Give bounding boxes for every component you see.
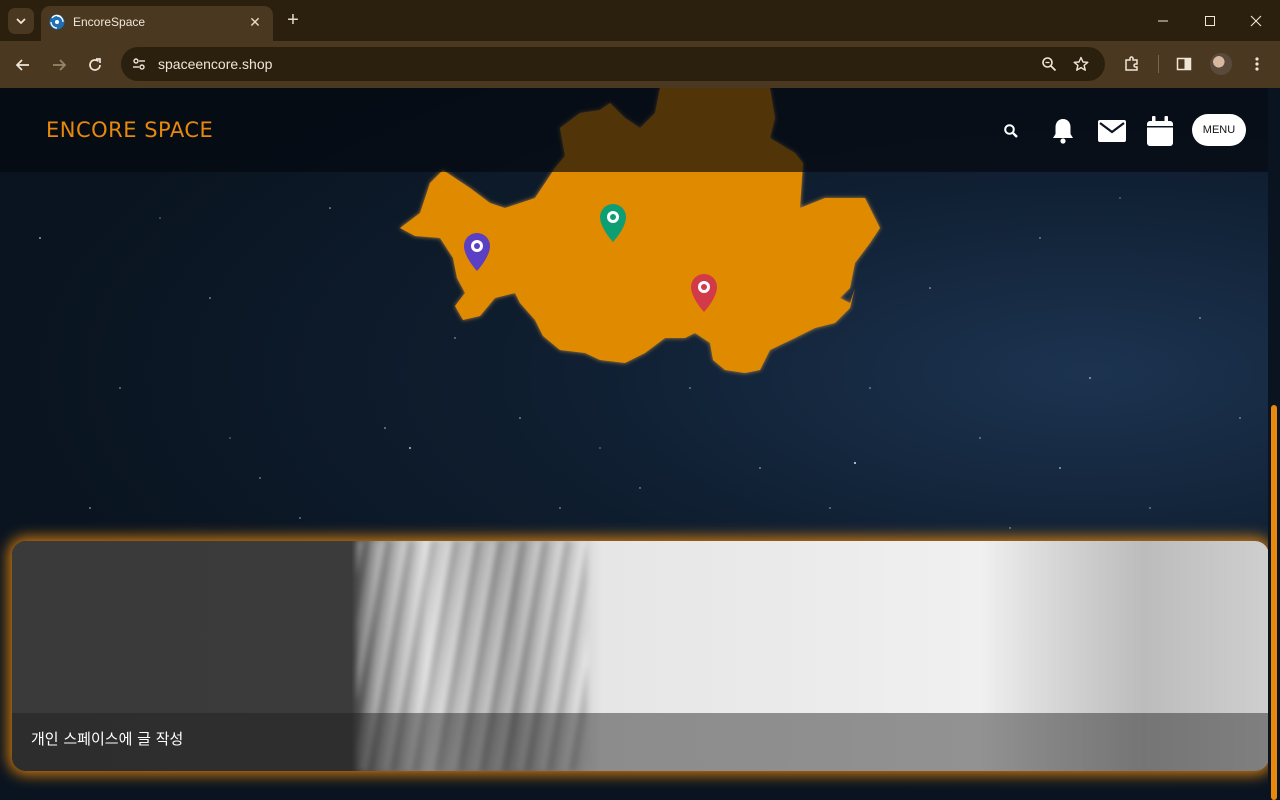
site-header: ENCORE SPACE MENU — [0, 88, 1268, 172]
site-favicon-icon — [49, 14, 65, 30]
more-vert-icon — [1255, 57, 1259, 71]
minimize-window-button[interactable] — [1140, 0, 1186, 41]
zoom-button[interactable] — [1039, 54, 1059, 74]
close-tab-icon[interactable]: ✕ — [246, 13, 264, 31]
browser-tab-strip: EncoreSpace ✕ + — [0, 0, 1280, 41]
bell-icon — [1053, 119, 1073, 144]
side-panel-icon — [1176, 57, 1192, 71]
toolbar-divider — [1158, 55, 1159, 73]
browser-menu-button[interactable] — [1245, 52, 1269, 76]
puzzle-icon — [1125, 56, 1138, 71]
new-tab-button[interactable]: + — [283, 10, 303, 30]
minimize-icon — [1158, 20, 1168, 21]
active-tab[interactable]: EncoreSpace ✕ — [41, 6, 273, 41]
card-caption-bar — [12, 713, 1269, 771]
messages-button[interactable] — [1096, 115, 1128, 147]
card-caption: 개인 스페이스에 글 작성 — [31, 730, 184, 748]
site-logo[interactable]: ENCORE SPACE — [46, 118, 213, 142]
page-viewport: ENCORE SPACE MENU 개인 스페이스에 글 작성 — [0, 88, 1280, 800]
profile-avatar[interactable] — [1210, 53, 1232, 75]
chevron-down-icon — [16, 18, 26, 25]
mail-icon — [1098, 120, 1126, 142]
address-bar[interactable]: spaceencore.shop — [121, 47, 1105, 81]
reload-icon — [89, 58, 101, 71]
close-icon — [1250, 15, 1262, 26]
bookmark-button[interactable] — [1071, 54, 1091, 74]
tune-icon — [133, 58, 145, 70]
forward-button[interactable] — [46, 52, 72, 78]
calendar-button[interactable] — [1144, 115, 1176, 147]
maximize-icon — [1205, 15, 1215, 26]
menu-button[interactable]: MENU — [1192, 114, 1246, 146]
browser-toolbar: spaceencore.shop — [0, 41, 1280, 88]
site-settings-button[interactable] — [129, 54, 149, 74]
zoom-icon — [1042, 57, 1057, 72]
extensions-button[interactable] — [1120, 52, 1144, 76]
scrollbar-thumb[interactable] — [1271, 405, 1277, 800]
url-text[interactable]: spaceencore.shop — [158, 56, 272, 72]
notifications-button[interactable] — [1047, 115, 1079, 147]
close-window-button[interactable] — [1233, 0, 1279, 41]
search-button[interactable] — [995, 115, 1027, 147]
calendar-icon — [1147, 116, 1173, 146]
back-button[interactable] — [10, 52, 36, 78]
arrow-left-icon — [15, 59, 29, 71]
tab-title: EncoreSpace — [73, 15, 146, 29]
space-post-card[interactable]: 개인 스페이스에 글 작성 — [12, 541, 1269, 771]
search-icon — [1004, 124, 1018, 138]
tab-search-button[interactable] — [8, 8, 34, 34]
arrow-right-icon — [53, 59, 67, 71]
side-panel-button[interactable] — [1172, 52, 1196, 76]
maximize-window-button[interactable] — [1187, 0, 1233, 41]
star-icon — [1073, 56, 1089, 71]
reload-button[interactable] — [82, 52, 108, 78]
